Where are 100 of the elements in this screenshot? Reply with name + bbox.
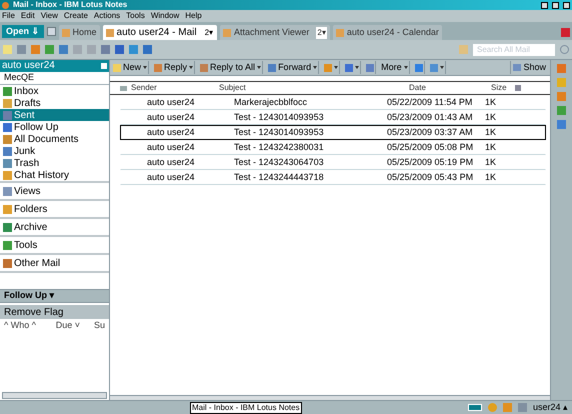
subject-cell-text: Test - 1243243064703 [233,156,325,169]
column-header[interactable]: Su [94,319,105,333]
window-title: Mail - Inbox - IBM Lotus Notes [13,1,128,9]
collapse-icon[interactable] [101,63,107,69]
menu-item[interactable]: Tools [126,12,145,20]
tab-icon [336,28,344,36]
toolbar-icon [268,64,276,72]
toolbar-button[interactable] [323,61,340,74]
tooltip: Mail - Inbox - IBM Lotus Notes [190,402,302,414]
toolbar-button[interactable]: More [380,61,410,74]
mail-row[interactable]: auto user24 Test - 1243244443718 05/25/2009 05:43 PM 1K [120,170,546,185]
date-cell-text: 05/25/2009 05:08 PM [387,140,473,154]
subject-cell-text: Test - 1243242380031 [233,140,325,154]
toolbar-icon [154,64,162,72]
key-icon[interactable] [502,403,512,412]
caret-icon[interactable] [143,66,148,69]
nav-section[interactable]: Tools [0,235,109,253]
tab[interactable]: Attachment Viewer 2▾ [220,25,330,40]
sender-cell-text: auto user24 [146,156,196,169]
nav-item[interactable]: Chat History [0,169,109,181]
tab[interactable]: Home [58,25,100,40]
nav-item[interactable]: Drafts [0,97,109,109]
user-menu[interactable]: user24 ▴ [532,400,568,414]
tab-icon [62,28,70,36]
menu-item[interactable]: File [2,12,15,20]
menu-item[interactable]: Edit [20,12,35,20]
caret-icon[interactable] [440,66,444,69]
people-icon[interactable] [518,403,527,412]
toolbar-button[interactable] [344,61,362,74]
envelope-icon [120,86,127,90]
tab-icon [106,28,114,36]
horizontal-scrollbar[interactable] [2,392,107,399]
toolbar-icon [324,64,332,72]
column-header[interactable]: Subject [219,82,409,94]
mail-row[interactable]: auto user24 Test - 1243014093953 05/23/2009 01:43 AM 1K [120,110,546,125]
size-cell-text: 1K [484,140,496,154]
maximize-button[interactable] [552,2,559,8]
nav-section[interactable]: Other Mail [0,253,109,271]
nav-section[interactable]: Archive [0,217,109,235]
sender-cell-text: auto user24 [146,110,196,124]
close-tab-icon[interactable] [561,28,570,37]
subject-cell-text: Test - 1243014093953 [233,110,325,124]
tab-count[interactable]: 2▾ [316,26,327,38]
mail-row[interactable]: auto user24 Test - 1243242380031 05/25/2009 05:08 PM 1K [120,140,546,155]
nav-section[interactable]: Views [0,181,109,199]
column-header[interactable]: ^ Who ^ [4,319,42,333]
tab[interactable]: auto user24 - Calendar [332,25,442,40]
navigator-title: auto user24 [2,61,55,71]
mail-db-name: MecQE [0,72,109,85]
minimize-button[interactable] [541,2,548,8]
caret-icon[interactable] [334,66,338,69]
caret-icon[interactable] [404,66,408,69]
caret-icon[interactable] [189,66,194,69]
caret-icon[interactable] [313,66,318,69]
nav-item[interactable]: Inbox [0,85,109,97]
status-icon[interactable] [488,403,497,412]
menu-item[interactable]: Window [150,12,180,20]
toolbar-button[interactable] [428,61,446,74]
size-cell-text: 1K [484,170,496,184]
toolbar-button[interactable]: Forward [267,61,320,74]
menu-item[interactable]: View [40,12,58,20]
column-header[interactable]: Sender [127,82,219,94]
column-header[interactable]: Due ˅ [56,319,80,333]
menu-item[interactable]: Help [185,12,202,20]
column-header[interactable]: Date [409,82,491,94]
nav-item[interactable]: Junk [0,145,109,157]
open-button[interactable]: Open ⇓ [2,25,44,38]
toolbar-button[interactable]: Reply to All [199,61,264,74]
mail-row[interactable]: auto user24 Test - 1243243064703 05/25/2009 05:19 PM 1K [120,155,546,170]
mail-icon[interactable] [459,45,468,54]
menu-item[interactable]: Create [64,12,88,20]
date-cell-text: 05/22/2009 11:54 PM [387,96,473,109]
caret-icon[interactable] [355,66,360,69]
size-cell-text: 1K [484,110,496,124]
mail-row[interactable]: auto user24 Test - 1243014093953 05/23/2009 03:37 AM 1K [120,125,546,140]
horizontal-scrollbar[interactable] [110,395,550,400]
nav-item[interactable]: Follow Up [0,121,109,133]
search-icon[interactable] [560,45,569,54]
window-icon[interactable] [46,27,56,36]
mail-row[interactable]: auto user24 Markerajecbblfocc 05/22/2009 11:54 PM 1K [120,95,546,110]
nav-item[interactable]: All Documents [0,133,109,145]
subject-cell-text: Markerajecbblfocc [233,96,308,109]
nav-item[interactable]: Trash [0,157,109,169]
date-cell-text: 05/25/2009 05:43 PM [387,170,473,184]
nav-item[interactable]: Sent [0,109,109,121]
size-cell-text: 1K [484,156,496,169]
toolbar-button[interactable]: New [112,61,150,74]
toolbar-button[interactable]: Reply [153,61,196,74]
tab-icon [223,28,232,36]
subject-cell-text: Test - 1243014093953 [233,126,325,139]
menu-item[interactable]: Actions [94,12,120,20]
tab[interactable]: auto user24 - Mail 2▾ [102,25,218,40]
column-header[interactable]: Size [491,82,515,94]
show-button[interactable]: Show [510,61,548,74]
close-button[interactable] [563,2,570,8]
search-field[interactable]: Search All Mail [473,44,555,56]
nav-section[interactable]: Folders [0,199,109,217]
caret-icon[interactable] [257,66,262,69]
status-indicator-icon [468,404,482,411]
app-icon [2,2,9,8]
